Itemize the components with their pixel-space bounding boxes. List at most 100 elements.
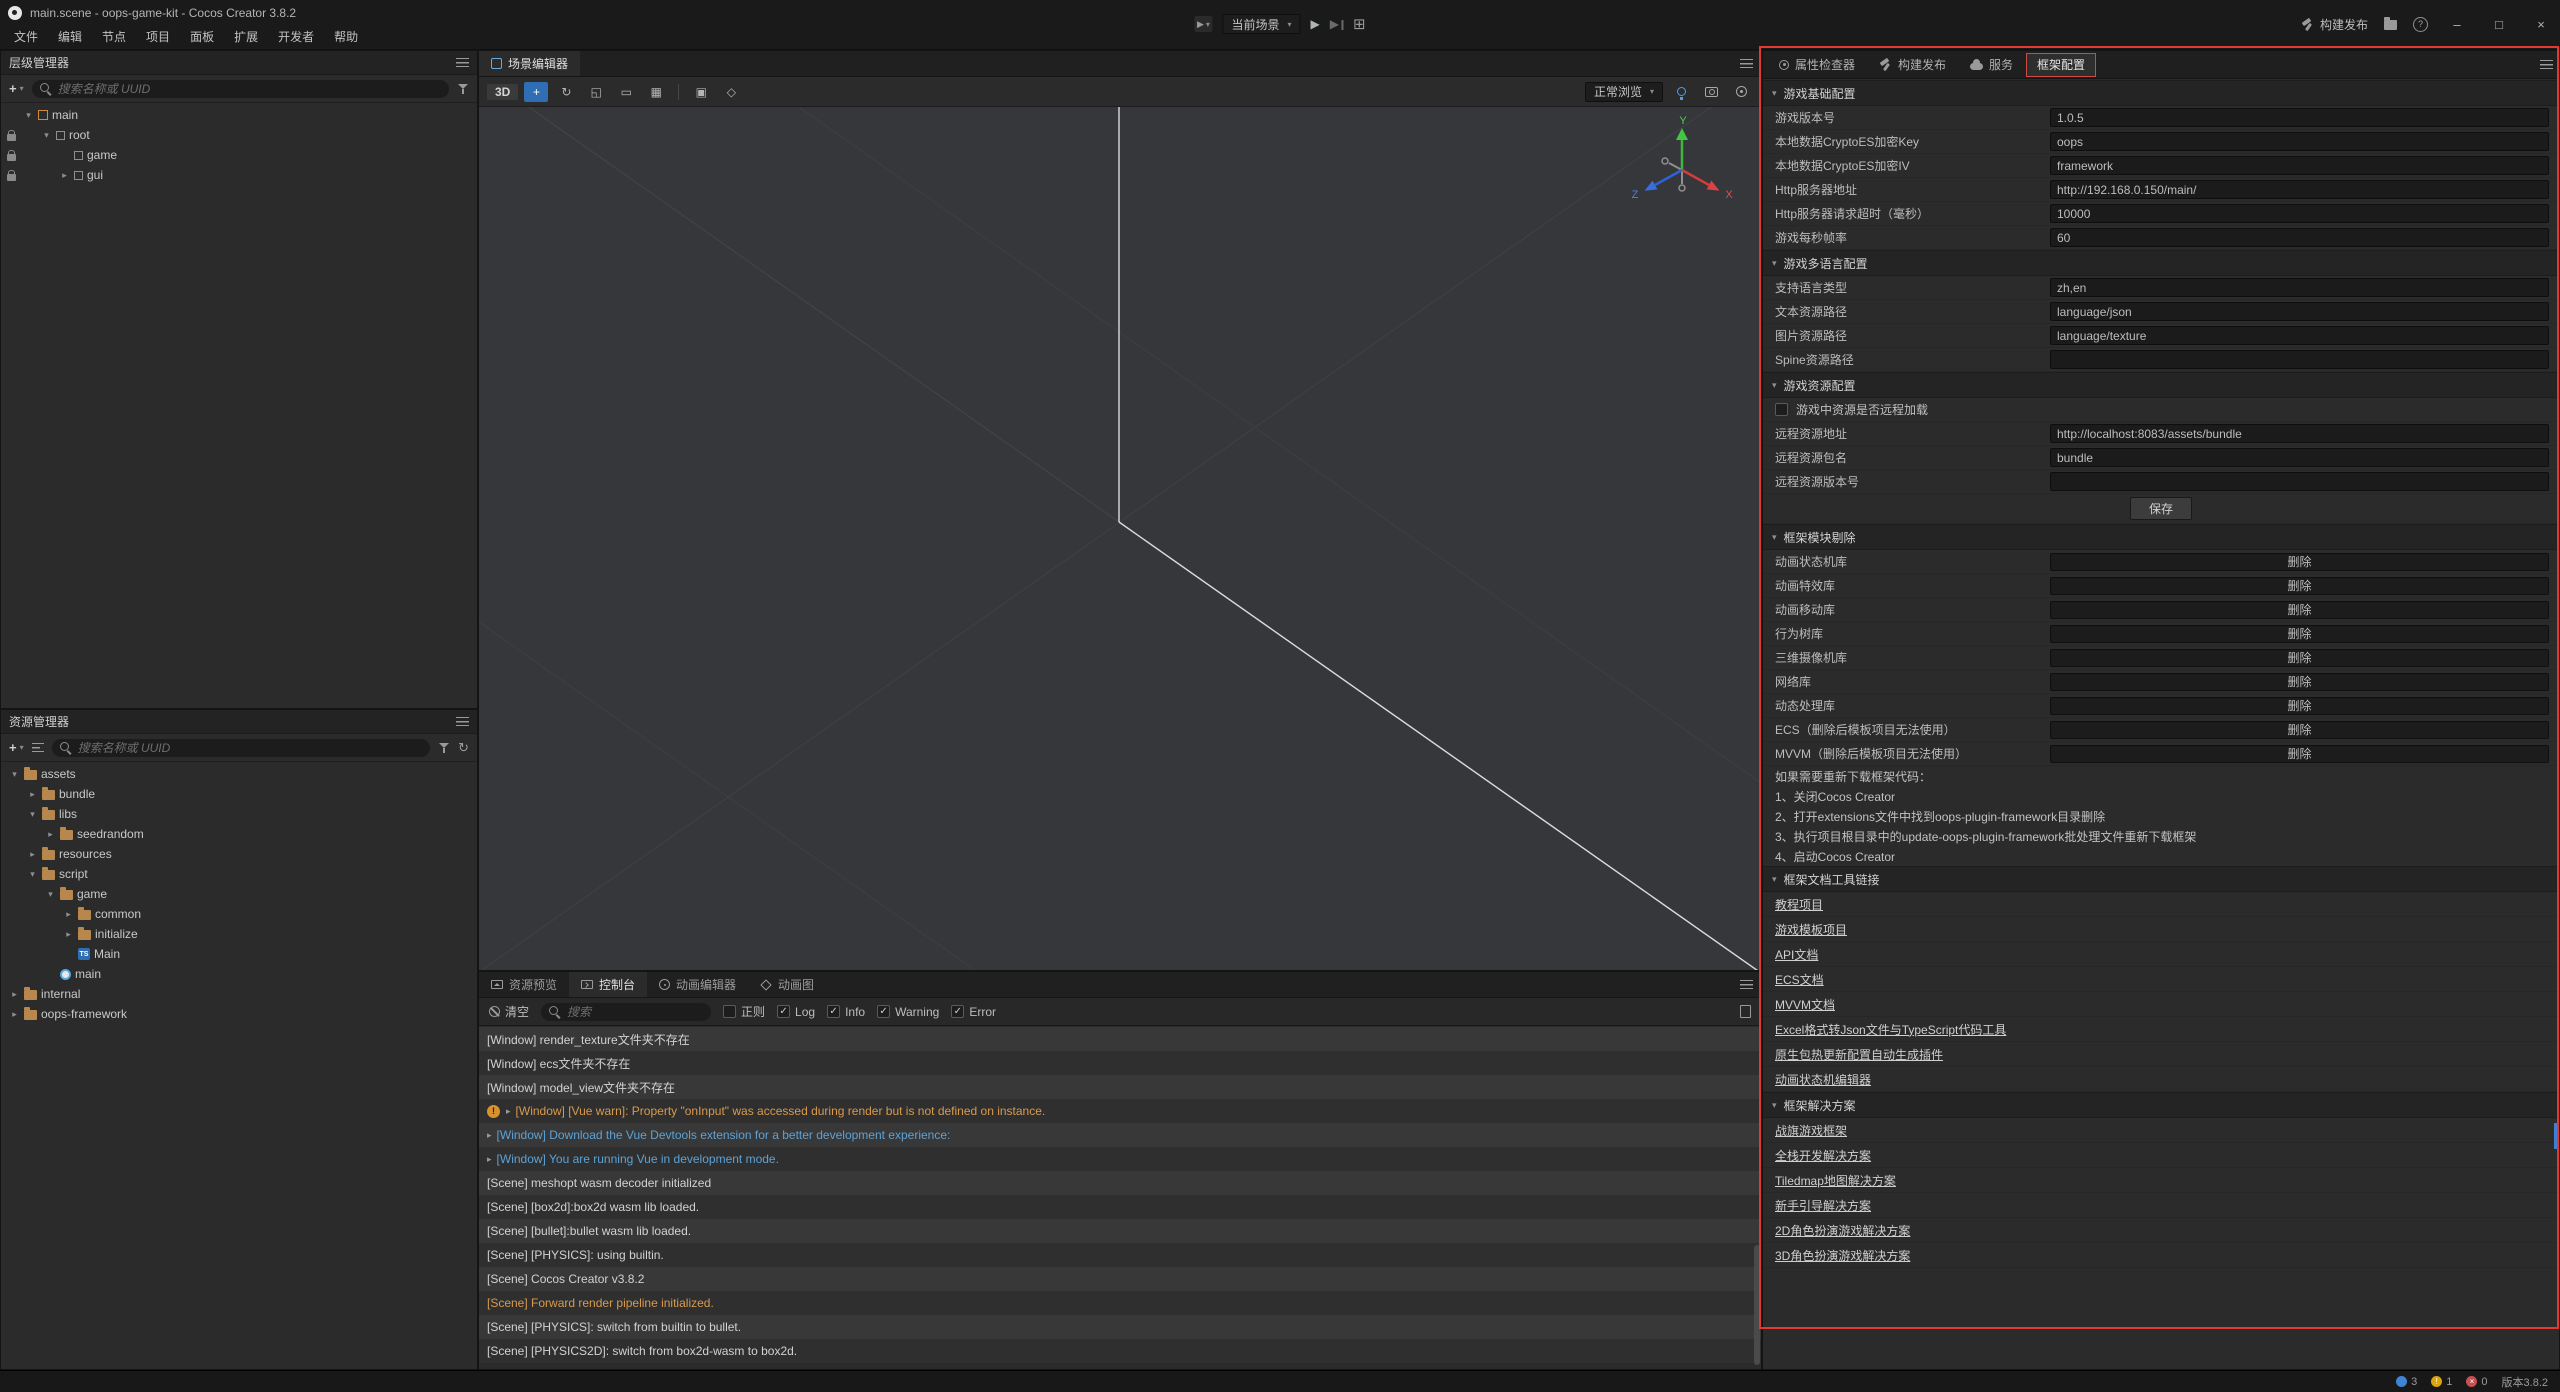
log-filter-toggle[interactable]: ✓ Warning (877, 1005, 939, 1019)
transform-tool-button[interactable]: ▦ (644, 82, 668, 102)
asset-node-row[interactable]: ▾ libs (1, 804, 477, 824)
regex-toggle[interactable]: 正则 (723, 1003, 765, 1020)
panel-menu-icon[interactable] (1740, 980, 1753, 989)
menu-item[interactable]: 帮助 (324, 26, 368, 49)
expand-arrow-icon[interactable]: ▸ (45, 829, 56, 840)
create-asset-button[interactable]: +▾ (9, 740, 24, 755)
hierarchy-node-row[interactable]: ▸ gui (1, 165, 477, 185)
section-header-basic[interactable]: ▾ 游戏基础配置 (1763, 80, 2559, 106)
log-row[interactable]: ! [Scene] [bullet]:bullet wasm lib loade… (479, 1219, 1761, 1243)
scale-tool-button[interactable]: ◱ (584, 82, 608, 102)
asset-node-row[interactable]: ▸ common (1, 904, 477, 924)
asset-node-row[interactable]: ▾ game (1, 884, 477, 904)
menu-item[interactable]: 文件 (4, 26, 48, 49)
expand-arrow-icon[interactable]: ▾ (9, 769, 20, 780)
section-header-language[interactable]: ▾ 游戏多语言配置 (1763, 250, 2559, 276)
asset-node-row[interactable]: ▾ assets (1, 764, 477, 784)
doc-link[interactable]: 游戏模板项目 (1775, 921, 1847, 938)
tab-console[interactable]: 控制台 (569, 972, 647, 997)
close-button[interactable]: × (2528, 17, 2554, 32)
log-row[interactable]: ! [Scene] meshopt wasm decoder initializ… (479, 1171, 1761, 1195)
save-button[interactable]: 保存 (2130, 497, 2192, 520)
tab-asset-preview[interactable]: 资源预览 (479, 972, 569, 997)
menu-item[interactable]: 开发者 (268, 26, 324, 49)
minimize-button[interactable]: – (2444, 17, 2470, 32)
log-row[interactable]: ! [Scene] [PHYSICS]: switch from builtin… (479, 1315, 1761, 1339)
menu-item[interactable]: 节点 (92, 26, 136, 49)
move-tool-button[interactable]: + (524, 82, 548, 102)
tab-build-publish[interactable]: 构建发布 (1869, 54, 1956, 76)
section-header-solutions[interactable]: ▾ 框架解决方案 (1763, 1092, 2559, 1118)
filter-checkbox[interactable]: ✓ (877, 1005, 890, 1018)
hierarchy-search-input[interactable] (58, 82, 441, 96)
field-input[interactable] (2050, 228, 2549, 247)
expand-arrow-icon[interactable]: ▾ (45, 889, 56, 900)
asset-node-row[interactable]: ▸ oops-framework (1, 1004, 477, 1024)
menu-item[interactable]: 项目 (136, 26, 180, 49)
open-folder-button[interactable] (2384, 20, 2397, 30)
rect-tool-button[interactable]: ▭ (614, 82, 638, 102)
asset-node-row[interactable]: Main (1, 944, 477, 964)
panel-menu-icon[interactable] (1740, 59, 1753, 68)
field-input[interactable] (2050, 448, 2549, 467)
expand-arrow-icon[interactable]: ▸ (27, 849, 38, 860)
scene-settings-button[interactable] (1729, 82, 1753, 102)
doc-link[interactable]: 原生包热更新配置自动生成插件 (1775, 1046, 1943, 1063)
help-button[interactable]: ? (2413, 17, 2428, 32)
refresh-icon[interactable]: ↻ (458, 740, 469, 756)
expand-arrow-icon[interactable]: ▸ (27, 789, 38, 800)
log-row[interactable]: ! [Window] model_view文件夹不存在 (479, 1075, 1761, 1099)
solution-link[interactable]: Tiledmap地图解决方案 (1775, 1172, 1896, 1189)
log-row[interactable]: ! [Scene] [PHYSICS]: using builtin. (479, 1243, 1761, 1267)
expand-arrow-icon[interactable]: ▾ (27, 809, 38, 820)
console-search-input[interactable] (567, 1005, 703, 1019)
field-input[interactable] (2050, 180, 2549, 199)
expand-arrow-icon[interactable]: ▸ (487, 1130, 492, 1141)
scene-camera-button[interactable] (1699, 82, 1723, 102)
filter-checkbox[interactable]: ✓ (951, 1005, 964, 1018)
filter-checkbox[interactable]: ✓ (777, 1005, 790, 1018)
orientation-gizmo[interactable]: Y X Z (1617, 115, 1747, 225)
field-input[interactable] (2050, 472, 2549, 491)
lock-icon[interactable] (7, 154, 16, 161)
scene-viewport[interactable]: Y X Z (479, 107, 1761, 970)
log-row[interactable]: ! ▸ [Window] [Vue warn]: Property "onInp… (479, 1099, 1761, 1123)
expand-arrow-icon[interactable]: ▸ (63, 929, 74, 940)
mode-3d-button[interactable]: 3D (487, 84, 518, 100)
error-count[interactable]: × 0 (2466, 1376, 2487, 1388)
expand-arrow-icon[interactable]: ▾ (41, 130, 52, 141)
field-input[interactable] (2050, 204, 2549, 223)
delete-module-button[interactable]: 删除 (2050, 673, 2549, 691)
tab-framework-config[interactable]: 框架配置 (2027, 54, 2095, 76)
field-input[interactable] (2050, 156, 2549, 175)
expand-arrow-icon[interactable]: ▸ (9, 989, 20, 1000)
warning-count[interactable]: ! 1 (2431, 1376, 2452, 1388)
delete-module-button[interactable]: 删除 (2050, 601, 2549, 619)
doc-link[interactable]: MVVM文档 (1775, 996, 1835, 1013)
log-filter-toggle[interactable]: ✓ Info (827, 1005, 865, 1019)
info-count[interactable]: 3 (2396, 1376, 2417, 1388)
log-row[interactable]: ! ▸ [Window] You are running Vue in deve… (479, 1147, 1761, 1171)
log-row[interactable]: ! [Window] ecs文件夹不存在 (479, 1051, 1761, 1075)
asset-node-row[interactable]: ▸ initialize (1, 924, 477, 944)
log-row[interactable]: ! [Scene] [box2d]:box2d wasm lib loaded. (479, 1195, 1761, 1219)
field-input[interactable] (2050, 278, 2549, 297)
log-filter-toggle[interactable]: ✓ Error (951, 1005, 996, 1019)
delete-module-button[interactable]: 删除 (2050, 649, 2549, 667)
log-row[interactable]: ! [Scene] Forward render pipeline initia… (479, 1291, 1761, 1315)
sort-icon[interactable] (32, 743, 44, 752)
solution-link[interactable]: 3D角色扮演游戏解决方案 (1775, 1247, 1910, 1264)
console-scrollbar[interactable] (1754, 1245, 1760, 1365)
current-scene-select[interactable]: 当前场景 ▾ (1222, 14, 1300, 34)
layout-button[interactable]: ⊞ (1353, 15, 1366, 33)
maximize-button[interactable]: □ (2486, 17, 2512, 32)
assets-search-input[interactable] (78, 741, 422, 755)
delete-module-button[interactable]: 删除 (2050, 625, 2549, 643)
section-header-modules[interactable]: ▾ 框架模块剔除 (1763, 524, 2559, 550)
rotate-tool-button[interactable]: ↻ (554, 82, 578, 102)
log-row[interactable]: ! ▸ [Window] Download the Vue Devtools e… (479, 1123, 1761, 1147)
menu-item[interactable]: 扩展 (224, 26, 268, 49)
tab-scene-editor[interactable]: 场景编辑器 (479, 51, 580, 76)
menu-item[interactable]: 面板 (180, 26, 224, 49)
expand-arrow-icon[interactable]: ▸ (506, 1106, 511, 1117)
